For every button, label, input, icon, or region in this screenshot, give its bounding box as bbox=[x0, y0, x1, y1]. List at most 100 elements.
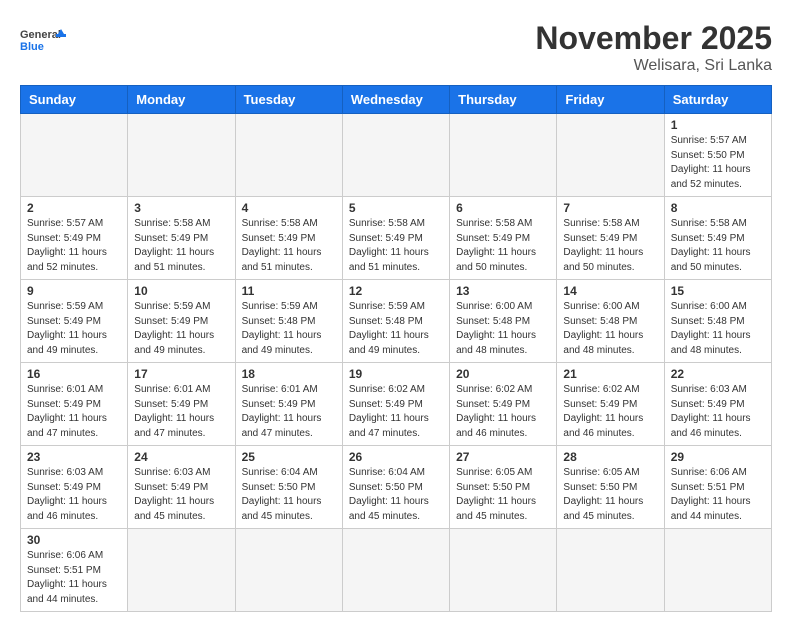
calendar-cell bbox=[557, 114, 664, 197]
day-number: 28 bbox=[563, 450, 657, 464]
calendar-cell bbox=[342, 114, 449, 197]
calendar-cell: 9 Sunrise: 5:59 AM Sunset: 5:49 PM Daylig… bbox=[21, 280, 128, 363]
day-info: Sunrise: 6:02 AM Sunset: 5:49 PM Dayligh… bbox=[349, 383, 443, 441]
day-number: 10 bbox=[134, 284, 228, 298]
calendar-cell bbox=[235, 114, 342, 197]
day-info: Sunrise: 5:58 AM Sunset: 5:49 PM Dayligh… bbox=[242, 217, 336, 275]
calendar-cell bbox=[235, 529, 342, 612]
day-number: 16 bbox=[27, 367, 121, 381]
day-number: 3 bbox=[134, 201, 228, 215]
day-number: 17 bbox=[134, 367, 228, 381]
day-info: Sunrise: 5:59 AM Sunset: 5:48 PM Dayligh… bbox=[349, 300, 443, 358]
calendar-cell: 30 Sunrise: 6:06 AM Sunset: 5:51 PM Dayli… bbox=[21, 529, 128, 612]
day-info: Sunrise: 6:00 AM Sunset: 5:48 PM Dayligh… bbox=[456, 300, 550, 358]
day-info: Sunrise: 5:59 AM Sunset: 5:49 PM Dayligh… bbox=[27, 300, 121, 358]
calendar-cell: 11 Sunrise: 5:59 AM Sunset: 5:48 PM Dayli… bbox=[235, 280, 342, 363]
day-number: 1 bbox=[671, 118, 765, 132]
day-number: 19 bbox=[349, 367, 443, 381]
day-info: Sunrise: 6:04 AM Sunset: 5:50 PM Dayligh… bbox=[349, 466, 443, 524]
day-info: Sunrise: 6:02 AM Sunset: 5:49 PM Dayligh… bbox=[456, 383, 550, 441]
calendar-cell: 23 Sunrise: 6:03 AM Sunset: 5:49 PM Dayli… bbox=[21, 446, 128, 529]
calendar-cell bbox=[128, 114, 235, 197]
calendar-cell: 2Sunrise: 5:57 AM Sunset: 5:49 PM Daylig… bbox=[21, 197, 128, 280]
day-info: Sunrise: 5:58 AM Sunset: 5:49 PM Dayligh… bbox=[134, 217, 228, 275]
day-of-week-header: Sunday bbox=[21, 86, 128, 114]
day-number: 15 bbox=[671, 284, 765, 298]
day-of-week-header: Friday bbox=[557, 86, 664, 114]
day-info: Sunrise: 5:58 AM Sunset: 5:49 PM Dayligh… bbox=[563, 217, 657, 275]
day-info: Sunrise: 6:02 AM Sunset: 5:49 PM Dayligh… bbox=[563, 383, 657, 441]
day-number: 18 bbox=[242, 367, 336, 381]
day-info: Sunrise: 6:06 AM Sunset: 5:51 PM Dayligh… bbox=[27, 549, 121, 607]
calendar-cell: 15 Sunrise: 6:00 AM Sunset: 5:48 PM Dayli… bbox=[664, 280, 771, 363]
location: Welisara, Sri Lanka bbox=[535, 57, 772, 75]
day-number: 14 bbox=[563, 284, 657, 298]
calendar-cell bbox=[450, 114, 557, 197]
calendar-cell: 4Sunrise: 5:58 AM Sunset: 5:49 PM Daylig… bbox=[235, 197, 342, 280]
calendar-cell: 1 Sunrise: 5:57 AM Sunset: 5:50 PM Daylig… bbox=[664, 114, 771, 197]
calendar-cell: 24 Sunrise: 6:03 AM Sunset: 5:49 PM Dayli… bbox=[128, 446, 235, 529]
calendar-cell: 17 Sunrise: 6:01 AM Sunset: 5:49 PM Dayli… bbox=[128, 363, 235, 446]
logo-icon: General Blue bbox=[20, 20, 70, 60]
day-info: Sunrise: 6:06 AM Sunset: 5:51 PM Dayligh… bbox=[671, 466, 765, 524]
calendar-cell: 12 Sunrise: 5:59 AM Sunset: 5:48 PM Dayli… bbox=[342, 280, 449, 363]
calendar-cell: 13 Sunrise: 6:00 AM Sunset: 5:48 PM Dayli… bbox=[450, 280, 557, 363]
calendar-cell: 10 Sunrise: 5:59 AM Sunset: 5:49 PM Dayli… bbox=[128, 280, 235, 363]
calendar-cell: 28 Sunrise: 6:05 AM Sunset: 5:50 PM Dayli… bbox=[557, 446, 664, 529]
day-number: 23 bbox=[27, 450, 121, 464]
day-number: 6 bbox=[456, 201, 550, 215]
day-info: Sunrise: 6:01 AM Sunset: 5:49 PM Dayligh… bbox=[134, 383, 228, 441]
day-info: Sunrise: 6:03 AM Sunset: 5:49 PM Dayligh… bbox=[134, 466, 228, 524]
day-info: Sunrise: 5:58 AM Sunset: 5:49 PM Dayligh… bbox=[671, 217, 765, 275]
calendar-cell: 27Sunrise: 6:05 AM Sunset: 5:50 PM Dayli… bbox=[450, 446, 557, 529]
day-of-week-header: Saturday bbox=[664, 86, 771, 114]
calendar-cell bbox=[21, 114, 128, 197]
day-number: 12 bbox=[349, 284, 443, 298]
day-info: Sunrise: 6:05 AM Sunset: 5:50 PM Dayligh… bbox=[563, 466, 657, 524]
day-info: Sunrise: 6:01 AM Sunset: 5:49 PM Dayligh… bbox=[27, 383, 121, 441]
day-info: Sunrise: 6:03 AM Sunset: 5:49 PM Dayligh… bbox=[27, 466, 121, 524]
day-number: 7 bbox=[563, 201, 657, 215]
calendar-cell: 19 Sunrise: 6:02 AM Sunset: 5:49 PM Dayli… bbox=[342, 363, 449, 446]
calendar-table: SundayMondayTuesdayWednesdayThursdayFrid… bbox=[20, 85, 772, 612]
calendar-cell bbox=[664, 529, 771, 612]
logo: General Blue bbox=[20, 20, 70, 60]
calendar-cell: 8 Sunrise: 5:58 AM Sunset: 5:49 PM Daylig… bbox=[664, 197, 771, 280]
day-info: Sunrise: 6:04 AM Sunset: 5:50 PM Dayligh… bbox=[242, 466, 336, 524]
title-section: November 2025 Welisara, Sri Lanka bbox=[535, 20, 772, 75]
day-number: 5 bbox=[349, 201, 443, 215]
calendar-cell: 3 Sunrise: 5:58 AM Sunset: 5:49 PM Daylig… bbox=[128, 197, 235, 280]
day-info: Sunrise: 5:58 AM Sunset: 5:49 PM Dayligh… bbox=[456, 217, 550, 275]
calendar-cell: 26 Sunrise: 6:04 AM Sunset: 5:50 PM Dayli… bbox=[342, 446, 449, 529]
day-number: 13 bbox=[456, 284, 550, 298]
calendar-cell: 22Sunrise: 6:03 AM Sunset: 5:49 PM Dayli… bbox=[664, 363, 771, 446]
calendar-cell: 16 Sunrise: 6:01 AM Sunset: 5:49 PM Dayli… bbox=[21, 363, 128, 446]
calendar-cell bbox=[128, 529, 235, 612]
day-info: Sunrise: 6:05 AM Sunset: 5:50 PM Dayligh… bbox=[456, 466, 550, 524]
day-number: 11 bbox=[242, 284, 336, 298]
svg-text:Blue: Blue bbox=[20, 41, 44, 53]
calendar-cell bbox=[450, 529, 557, 612]
calendar-cell: 29Sunrise: 6:06 AM Sunset: 5:51 PM Dayli… bbox=[664, 446, 771, 529]
day-info: Sunrise: 6:01 AM Sunset: 5:49 PM Dayligh… bbox=[242, 383, 336, 441]
calendar-cell: 6 Sunrise: 5:58 AM Sunset: 5:49 PM Daylig… bbox=[450, 197, 557, 280]
day-of-week-header: Tuesday bbox=[235, 86, 342, 114]
calendar-cell: 7 Sunrise: 5:58 AM Sunset: 5:49 PM Daylig… bbox=[557, 197, 664, 280]
day-number: 20 bbox=[456, 367, 550, 381]
day-number: 8 bbox=[671, 201, 765, 215]
day-number: 2 bbox=[27, 201, 121, 215]
calendar-cell: 5Sunrise: 5:58 AM Sunset: 5:49 PM Daylig… bbox=[342, 197, 449, 280]
day-number: 30 bbox=[27, 533, 121, 547]
day-info: Sunrise: 6:00 AM Sunset: 5:48 PM Dayligh… bbox=[671, 300, 765, 358]
month-title: November 2025 bbox=[535, 20, 772, 57]
calendar-cell: 21 Sunrise: 6:02 AM Sunset: 5:49 PM Dayli… bbox=[557, 363, 664, 446]
day-number: 9 bbox=[27, 284, 121, 298]
day-info: Sunrise: 5:57 AM Sunset: 5:50 PM Dayligh… bbox=[671, 134, 765, 192]
day-number: 21 bbox=[563, 367, 657, 381]
calendar-cell bbox=[557, 529, 664, 612]
day-info: Sunrise: 5:59 AM Sunset: 5:49 PM Dayligh… bbox=[134, 300, 228, 358]
day-number: 24 bbox=[134, 450, 228, 464]
day-info: Sunrise: 5:59 AM Sunset: 5:48 PM Dayligh… bbox=[242, 300, 336, 358]
day-of-week-header: Wednesday bbox=[342, 86, 449, 114]
day-number: 26 bbox=[349, 450, 443, 464]
